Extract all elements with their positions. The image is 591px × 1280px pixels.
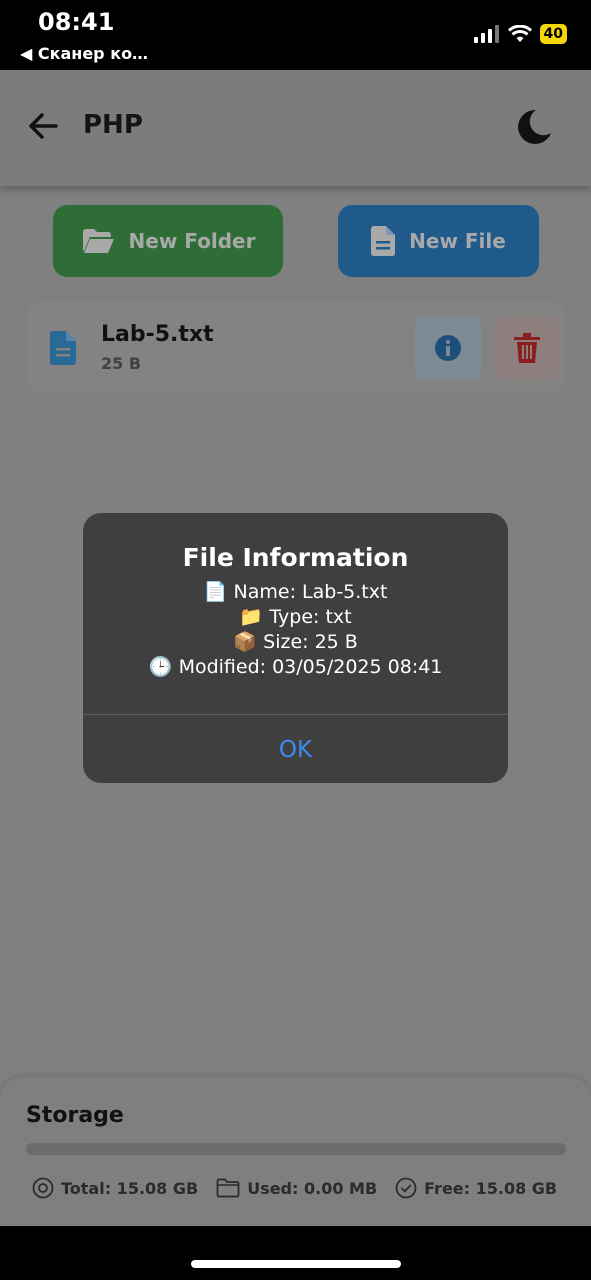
total-stat: Total: 15.08 GB (32, 1177, 198, 1199)
size-row: 📦 Size: 25 B (83, 630, 508, 655)
storage-title: Storage (26, 1103, 124, 1128)
file-size: 25 B (101, 354, 142, 373)
package-icon: 📦 (233, 631, 257, 653)
total-label: Total: 15.08 GB (61, 1178, 199, 1198)
free-label: Free: 15.08 GB (424, 1178, 558, 1198)
list-item[interactable]: Lab-5.txt 25 B (26, 302, 566, 393)
app-header: PHP (0, 70, 591, 186)
storage-progress-bar (26, 1143, 566, 1155)
check-circle-icon (395, 1177, 417, 1199)
new-folder-label: New Folder (128, 229, 256, 253)
new-file-label: New File (409, 229, 506, 253)
page-icon: 📄 (203, 581, 228, 603)
folder-icon (216, 1178, 240, 1198)
page-title: PHP (83, 110, 143, 140)
status-bar: 08:41 ◀ Сканер ко… 40 (0, 0, 591, 70)
theme-toggle-button[interactable] (515, 108, 553, 146)
arrow-left-icon (29, 113, 58, 139)
battery-indicator: 40 (539, 24, 567, 44)
type-row: 📁 Type: txt (83, 605, 508, 630)
moon-icon (518, 109, 551, 144)
home-indicator[interactable] (191, 1260, 401, 1268)
dialog-title: File Information (182, 543, 409, 572)
modified-row: 🕒 Modified: 03/05/2025 08:41 (83, 655, 508, 680)
name-line: Name: Lab-5.txt (233, 581, 388, 603)
disc-icon (32, 1177, 54, 1199)
size-line: Size: 25 B (263, 631, 358, 653)
ok-button[interactable]: OK (83, 715, 508, 783)
clock-icon: 🕒 (148, 656, 173, 678)
used-label: Used: 0.00 MB (247, 1178, 378, 1198)
trash-icon (513, 333, 540, 363)
wifi-icon (507, 25, 532, 42)
status-time: 08:41 (38, 8, 115, 36)
file-icon (371, 226, 396, 256)
folder-open-icon (82, 229, 114, 253)
used-stat: Used: 0.00 MB (216, 1178, 377, 1198)
file-info-button[interactable] (415, 316, 481, 380)
file-name: Lab-5.txt (101, 322, 214, 347)
status-icons: 40 (473, 24, 567, 44)
new-folder-button[interactable]: New Folder (53, 205, 283, 277)
file-delete-button[interactable] (494, 316, 559, 380)
info-icon (435, 335, 461, 361)
storage-panel: Storage Total: 15.08 GB Used: 0.00 MB Fr… (0, 1077, 591, 1226)
storage-stats: Total: 15.08 GB Used: 0.00 MB Free: 15.0… (32, 1177, 557, 1199)
folder-emoji-icon: 📁 (239, 606, 264, 628)
name-row: 📄 Name: Lab-5.txt (83, 580, 508, 605)
dialog-content: 📄 Name: Lab-5.txt 📁 Type: txt 📦 Size: 25 B … (83, 580, 508, 680)
back-button[interactable] (26, 110, 62, 142)
home-area (0, 1226, 591, 1280)
new-file-button[interactable]: New File (338, 205, 539, 277)
type-line: Type: txt (269, 606, 352, 628)
back-to-app-link[interactable]: ◀ Сканер ко… (20, 44, 148, 63)
modified-line: Modified: 03/05/2025 08:41 (178, 656, 443, 678)
document-icon (50, 331, 76, 365)
free-stat: Free: 15.08 GB (395, 1177, 557, 1199)
signal-icon (473, 25, 499, 43)
file-info-dialog: File Information 📄 Name: Lab-5.txt 📁 Type:… (83, 513, 508, 783)
